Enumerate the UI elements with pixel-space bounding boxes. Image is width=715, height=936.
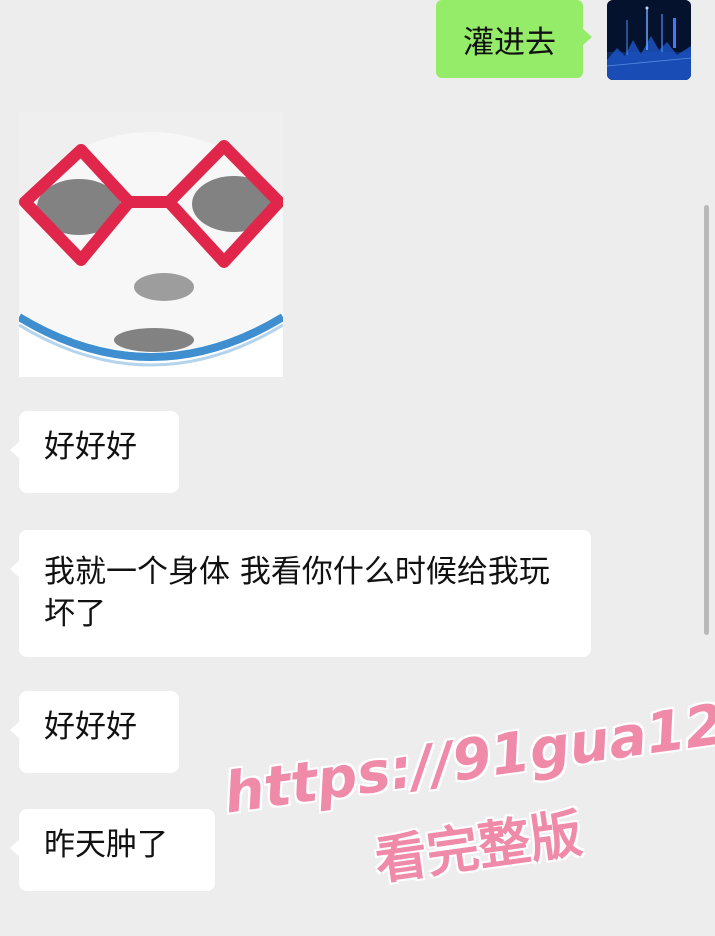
incoming-message[interactable]: 昨天肿了: [10, 809, 215, 891]
outgoing-message-text: 灌进去: [463, 24, 556, 61]
incoming-message-text: 我就一个身体 我看你什么时候给我玩坏了: [44, 554, 550, 632]
panda-face-red-glasses-sticker-icon: [19, 112, 283, 377]
incoming-message-text: 好好好: [44, 429, 137, 465]
incoming-message-text: 好好好: [44, 709, 137, 745]
scrollbar[interactable]: [704, 205, 709, 635]
chat-window: 灌进去 好好好 我就一个身体 我看你什么时候给我玩坏了 好好好 昨天肿了 htt…: [0, 0, 715, 919]
sticker-message[interactable]: [19, 112, 283, 377]
watermark-url: https://91gua12.com: [220, 671, 715, 827]
incoming-message[interactable]: 我就一个身体 我看你什么时候给我玩坏了: [10, 530, 591, 657]
outgoing-message[interactable]: 灌进去: [436, 0, 592, 78]
watermark-cta: 看完整版: [371, 803, 586, 893]
city-night-avatar-icon: [607, 0, 691, 80]
incoming-message[interactable]: 好好好: [10, 691, 179, 773]
watermark-overlay: https://91gua12.com 看完整版: [220, 671, 715, 935]
user-avatar[interactable]: [607, 0, 691, 80]
incoming-message[interactable]: 好好好: [10, 411, 179, 493]
incoming-message-text: 昨天肿了: [44, 827, 168, 863]
